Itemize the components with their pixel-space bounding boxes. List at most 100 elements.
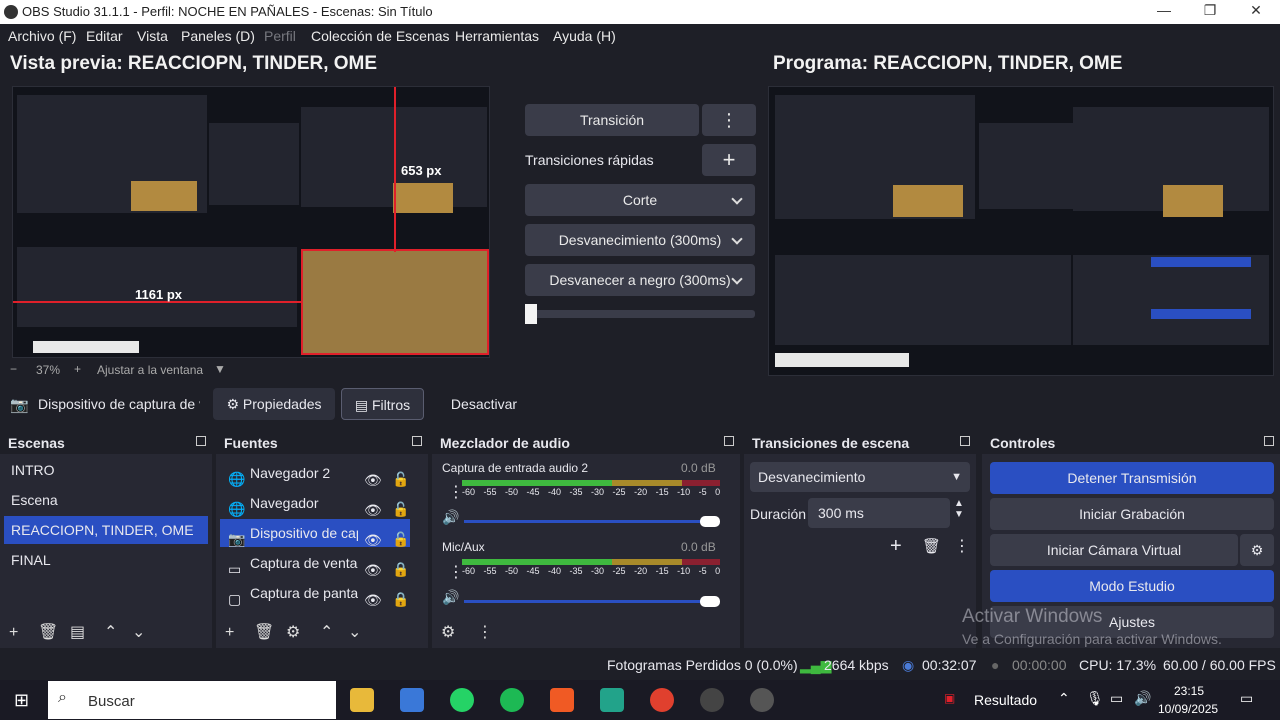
- taskbar-search[interactable]: ⌕ Buscar: [48, 681, 336, 719]
- duration-input[interactable]: 300 ms: [808, 498, 950, 528]
- undock-icon[interactable]: [1264, 436, 1274, 446]
- clock-time[interactable]: 23:15: [1174, 684, 1204, 698]
- scene-item[interactable]: FINAL: [4, 546, 208, 574]
- quick-fade-button[interactable]: Desvanecimiento (300ms): [525, 224, 755, 256]
- brave-icon[interactable]: [550, 688, 574, 712]
- source-properties-button[interactable]: ⚙: [286, 622, 300, 642]
- app-icon[interactable]: [600, 688, 624, 712]
- unlock-icon[interactable]: 🔓: [392, 495, 409, 517]
- scene-item-selected[interactable]: REACCIOPN, TINDER, OME: [4, 516, 208, 544]
- undock-icon[interactable]: [724, 436, 734, 446]
- unlock-icon[interactable]: 🔓: [392, 465, 409, 487]
- preview-canvas[interactable]: 653 px 1161 px: [12, 86, 490, 358]
- obs-taskbar-icon[interactable]: [700, 688, 724, 712]
- volume-slider[interactable]: [464, 520, 719, 523]
- undock-icon[interactable]: [412, 436, 422, 446]
- source-item[interactable]: ▭ Captura de ventar 👁 🔒: [220, 549, 410, 578]
- add-quick-transition-button[interactable]: +: [702, 144, 756, 176]
- visibility-eye-icon[interactable]: 👁: [364, 526, 382, 548]
- duration-spin-icon[interactable]: ▲ ▼: [954, 498, 964, 520]
- zoom-in-button[interactable]: +: [74, 362, 81, 376]
- clock-date[interactable]: 10/09/2025: [1158, 702, 1218, 716]
- notifications-icon[interactable]: ▭: [1240, 690, 1253, 707]
- menu-herramientas[interactable]: Herramientas: [455, 28, 539, 44]
- start-recording-button[interactable]: Iniciar Grabación: [990, 498, 1274, 530]
- source-item[interactable]: 🌐 Navegador 👁 🔓: [220, 489, 410, 518]
- source-item[interactable]: ▢ Captura de panta 👁 🔒: [220, 579, 410, 608]
- mixer-settings-icon[interactable]: ⚙: [441, 622, 455, 642]
- menu-archivo[interactable]: Archivo (F): [8, 28, 76, 44]
- menu-editar[interactable]: Editar: [86, 28, 123, 44]
- move-up-button[interactable]: ⌃: [104, 622, 117, 642]
- start-virtual-camera-button[interactable]: Iniciar Cámara Virtual: [990, 534, 1238, 566]
- transition-button[interactable]: Transición: [525, 104, 699, 136]
- obs-logo-icon: [4, 5, 18, 19]
- minimize-icon[interactable]: —: [1141, 2, 1187, 22]
- remove-transition-button[interactable]: 🗑: [922, 537, 941, 555]
- visibility-eye-icon[interactable]: 👁: [364, 496, 382, 518]
- menu-paneles[interactable]: Paneles (D): [181, 28, 255, 44]
- maximize-icon[interactable]: ❐: [1187, 2, 1233, 22]
- transition-menu-icon[interactable]: ⋮: [702, 104, 756, 136]
- remove-source-button[interactable]: 🗑: [254, 622, 274, 642]
- tray-chevron-icon[interactable]: ⌃: [1058, 690, 1070, 707]
- volume-handle[interactable]: [700, 516, 720, 527]
- add-transition-button[interactable]: +: [890, 535, 902, 558]
- undock-icon[interactable]: [196, 436, 206, 446]
- lock-icon[interactable]: 🔒: [392, 555, 409, 577]
- scene-item[interactable]: INTRO: [4, 456, 208, 484]
- fit-dropdown-icon[interactable]: ▼: [214, 362, 226, 376]
- quick-fade-black-button[interactable]: Desvanecer a negro (300ms): [525, 264, 755, 296]
- add-scene-button[interactable]: +: [9, 624, 18, 642]
- mixer-menu-icon[interactable]: ⋮: [477, 622, 493, 642]
- spotify-icon[interactable]: [500, 688, 524, 712]
- source-item[interactable]: 🌐 Navegador 2 👁 🔓: [220, 459, 410, 488]
- speaker-icon[interactable]: 🔊: [442, 589, 459, 606]
- network-icon[interactable]: ▭: [1110, 690, 1123, 707]
- move-down-button[interactable]: ⌄: [132, 622, 145, 642]
- properties-button[interactable]: ⚙ Propiedades: [213, 388, 335, 420]
- transition-menu-icon[interactable]: ⋮: [954, 536, 970, 556]
- tbar-slider[interactable]: [525, 304, 755, 324]
- news-label[interactable]: Resultado: [974, 692, 1037, 708]
- move-down-button[interactable]: ⌄: [348, 622, 361, 642]
- move-up-button[interactable]: ⌃: [320, 622, 333, 642]
- microphone-icon[interactable]: 🎙: [1086, 690, 1104, 707]
- source-item-selected[interactable]: 📷 Dispositivo de cap 👁 🔓: [220, 519, 410, 548]
- store-icon[interactable]: [400, 688, 424, 712]
- visibility-eye-icon[interactable]: 👁: [364, 586, 382, 608]
- windows-start-icon[interactable]: ⊞: [14, 690, 29, 711]
- stop-streaming-button[interactable]: Detener Transmisión: [990, 462, 1274, 494]
- undock-icon[interactable]: [960, 436, 970, 446]
- transition-select[interactable]: Desvanecimiento ▼: [750, 462, 970, 492]
- menu-ayuda[interactable]: Ayuda (H): [553, 28, 616, 44]
- visibility-eye-icon[interactable]: 👁: [364, 556, 382, 578]
- menu-coleccion[interactable]: Colección de Escenas: [311, 28, 450, 44]
- deactivate-button[interactable]: Desactivar: [436, 388, 532, 420]
- unlock-icon[interactable]: 🔓: [392, 525, 409, 547]
- volume-handle[interactable]: [700, 596, 720, 607]
- scene-filters-button[interactable]: ▤: [70, 622, 85, 642]
- studio-mode-button[interactable]: Modo Estudio: [990, 570, 1274, 602]
- quick-cut-button[interactable]: Corte: [525, 184, 755, 216]
- file-explorer-icon[interactable]: [350, 688, 374, 712]
- close-icon[interactable]: ✕: [1233, 2, 1279, 22]
- volume-slider[interactable]: [464, 600, 719, 603]
- whatsapp-icon[interactable]: [450, 688, 474, 712]
- scene-item[interactable]: Escena: [4, 486, 208, 514]
- fit-window-label[interactable]: Ajustar a la ventana: [97, 363, 203, 377]
- selected-source-outline[interactable]: [301, 249, 489, 355]
- visibility-eye-icon[interactable]: 👁: [364, 466, 382, 488]
- obs-active-icon[interactable]: [750, 688, 774, 712]
- remove-scene-button[interactable]: 🗑: [38, 622, 58, 642]
- zoom-out-button[interactable]: −: [10, 362, 17, 376]
- lock-icon[interactable]: 🔒: [392, 585, 409, 607]
- volume-icon[interactable]: 🔊: [1134, 690, 1151, 707]
- chrome-icon[interactable]: [650, 688, 674, 712]
- menu-vista[interactable]: Vista: [137, 28, 168, 44]
- virtual-camera-settings-icon[interactable]: ⚙: [1240, 534, 1274, 566]
- speaker-icon[interactable]: 🔊: [442, 509, 459, 526]
- tbar-handle[interactable]: [525, 304, 537, 324]
- filters-button[interactable]: ▤ Filtros: [341, 388, 424, 420]
- add-source-button[interactable]: +: [225, 624, 234, 642]
